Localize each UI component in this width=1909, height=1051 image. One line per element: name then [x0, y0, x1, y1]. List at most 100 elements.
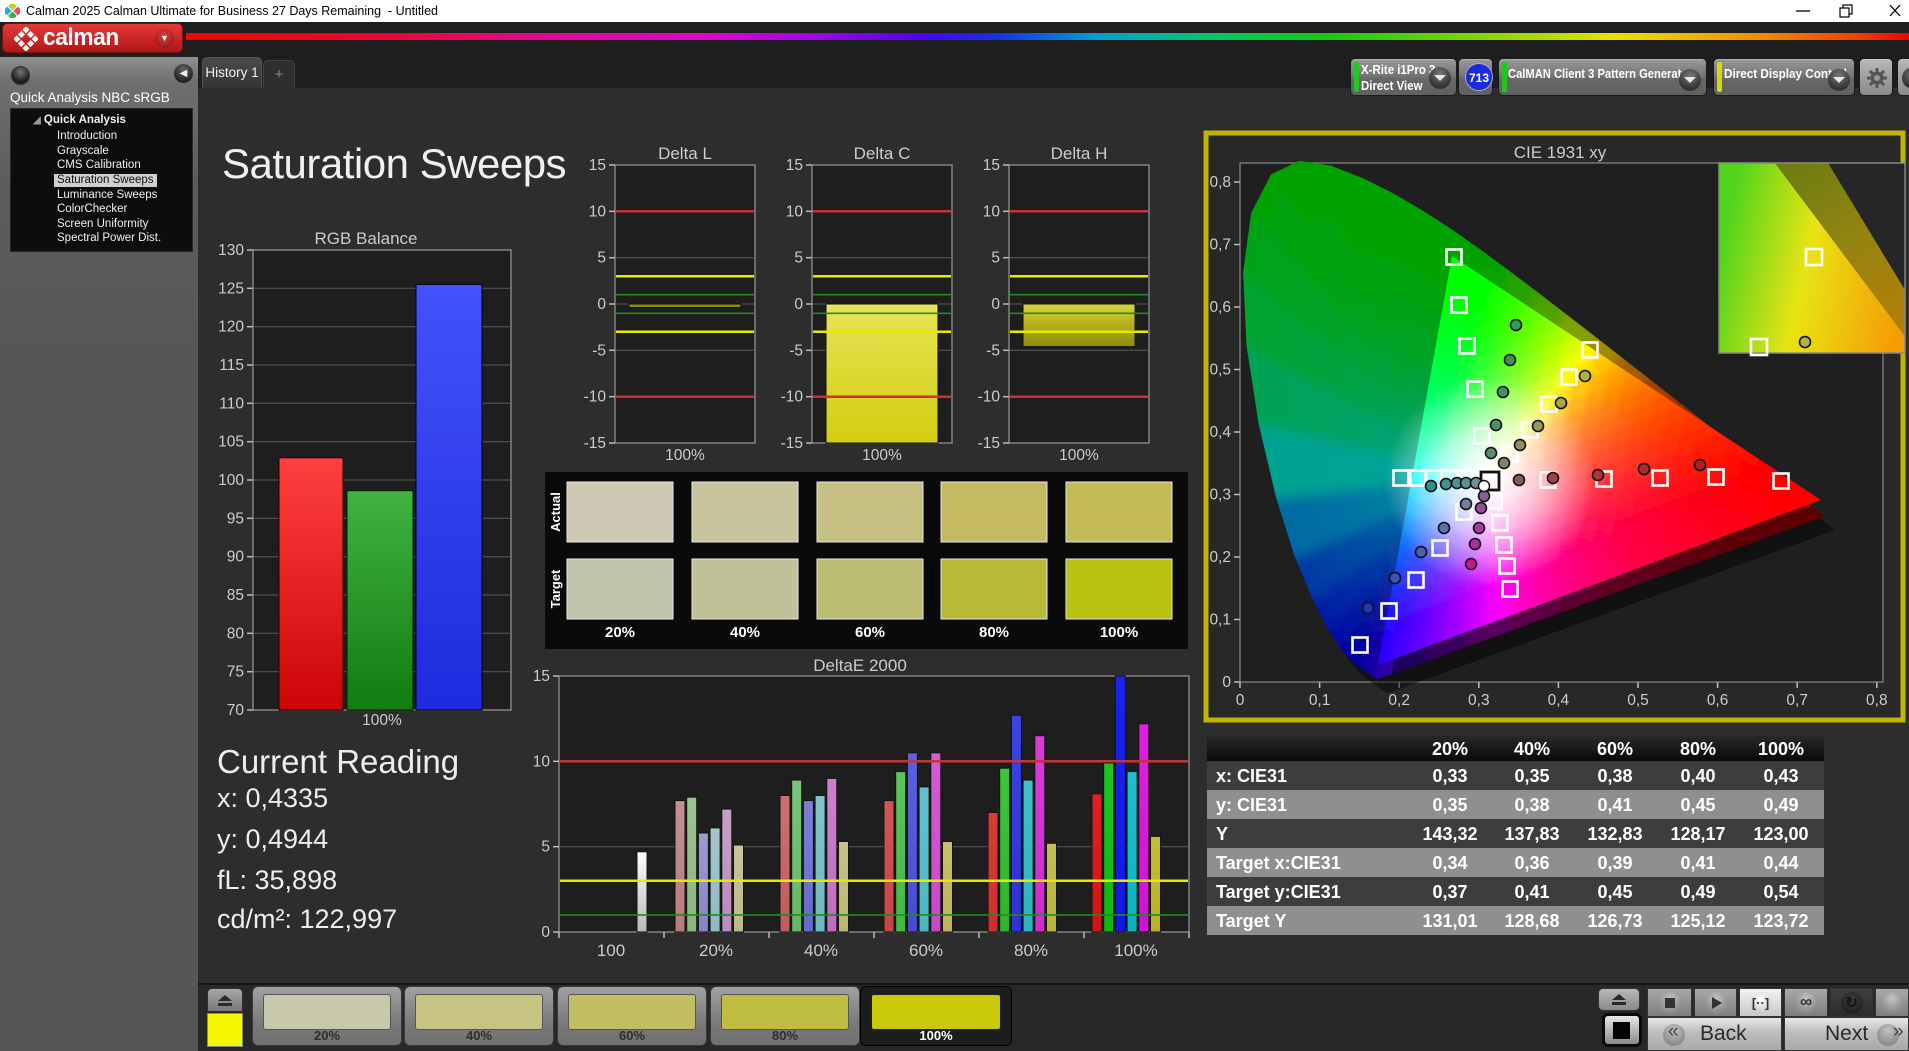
svg-text:10: 10 [589, 203, 607, 220]
svg-text:100: 100 [597, 941, 625, 960]
svg-text:DeltaE 2000: DeltaE 2000 [813, 656, 907, 675]
svg-text:90: 90 [227, 549, 245, 566]
svg-text:60%: 60% [855, 624, 885, 641]
svg-text:0,39: 0,39 [1597, 853, 1632, 873]
svg-text:100%: 100% [1059, 447, 1099, 464]
svg-text:123,72: 123,72 [1753, 911, 1808, 931]
svg-text:0,49: 0,49 [1763, 795, 1798, 815]
svg-text:-10: -10 [978, 389, 1001, 406]
svg-text:y: CIE31: y: CIE31 [1216, 795, 1287, 815]
svg-text:137,83: 137,83 [1504, 824, 1559, 844]
svg-text:0,8: 0,8 [1209, 174, 1231, 191]
svg-text:110: 110 [219, 395, 244, 412]
svg-text:0,7: 0,7 [1786, 692, 1808, 709]
svg-text:120: 120 [218, 319, 244, 336]
svg-text:0: 0 [991, 296, 1000, 313]
svg-text:RGB Balance: RGB Balance [315, 229, 418, 248]
svg-text:0,7: 0,7 [1209, 237, 1231, 254]
svg-text:0,40: 0,40 [1680, 766, 1715, 786]
svg-text:0: 0 [1222, 674, 1231, 691]
svg-text:60%: 60% [1597, 739, 1633, 759]
svg-text:0: 0 [597, 296, 606, 313]
svg-text:-15: -15 [584, 435, 606, 452]
svg-text:100%: 100% [665, 447, 705, 464]
svg-text:100: 100 [218, 472, 244, 489]
svg-text:0,5: 0,5 [1209, 362, 1231, 379]
svg-text:15: 15 [786, 157, 803, 174]
svg-text:-5: -5 [986, 342, 1000, 359]
svg-text:0,6: 0,6 [1209, 299, 1231, 316]
svg-text:-5: -5 [789, 342, 803, 359]
svg-text:5: 5 [597, 250, 606, 267]
svg-text:131,01: 131,01 [1422, 911, 1477, 931]
svg-text:0,41: 0,41 [1514, 882, 1549, 902]
svg-text:Target Y: Target Y [1216, 911, 1286, 931]
svg-text:Target x:CIE31: Target x:CIE31 [1216, 853, 1341, 873]
svg-text:80: 80 [227, 625, 245, 642]
svg-text:-15: -15 [978, 435, 1000, 452]
svg-text:0,45: 0,45 [1597, 882, 1632, 902]
svg-text:0,41: 0,41 [1597, 795, 1632, 815]
svg-text:40%: 40% [804, 941, 838, 960]
svg-text:125,12: 125,12 [1670, 911, 1725, 931]
svg-text:132,83: 132,83 [1587, 824, 1642, 844]
svg-text:70: 70 [227, 702, 245, 719]
svg-text:143,32: 143,32 [1422, 824, 1477, 844]
svg-text:80%: 80% [979, 624, 1009, 641]
svg-text:20%: 20% [699, 941, 733, 960]
svg-text:10: 10 [533, 753, 551, 770]
svg-text:130: 130 [218, 242, 244, 259]
svg-text:Target y:CIE31: Target y:CIE31 [1216, 882, 1341, 902]
svg-text:128,17: 128,17 [1670, 824, 1725, 844]
svg-text:10: 10 [983, 203, 1001, 220]
svg-text:100%: 100% [1758, 739, 1804, 759]
svg-text:0,44: 0,44 [1763, 853, 1798, 873]
svg-text:0,35: 0,35 [1432, 795, 1467, 815]
svg-text:115: 115 [219, 357, 244, 374]
svg-text:Y: Y [1216, 824, 1228, 844]
svg-text:0,3: 0,3 [1209, 487, 1231, 504]
svg-text:0,54: 0,54 [1763, 882, 1798, 902]
svg-text:0,45: 0,45 [1680, 795, 1715, 815]
svg-text:15: 15 [983, 157, 1000, 174]
svg-text:0,2: 0,2 [1209, 549, 1231, 566]
svg-text:x: CIE31: x: CIE31 [1216, 766, 1287, 786]
svg-text:100%: 100% [362, 712, 402, 729]
svg-text:15: 15 [533, 668, 550, 685]
svg-text:0,38: 0,38 [1514, 795, 1549, 815]
svg-text:100%: 100% [1100, 624, 1138, 641]
svg-text:5: 5 [794, 250, 803, 267]
svg-text:80%: 80% [1014, 941, 1048, 960]
svg-text:60%: 60% [909, 941, 943, 960]
svg-text:0,4: 0,4 [1548, 692, 1570, 709]
svg-text:0,3: 0,3 [1468, 692, 1490, 709]
svg-text:0,1: 0,1 [1209, 612, 1231, 629]
svg-text:123,00: 123,00 [1753, 824, 1808, 844]
svg-text:40%: 40% [730, 624, 760, 641]
svg-text:Delta H: Delta H [1051, 144, 1108, 163]
svg-text:Actual: Actual [548, 492, 563, 532]
svg-text:95: 95 [227, 510, 244, 527]
svg-text:0: 0 [794, 296, 803, 313]
svg-text:0,49: 0,49 [1680, 882, 1715, 902]
svg-text:0,35: 0,35 [1514, 766, 1549, 786]
svg-text:100%: 100% [862, 447, 902, 464]
svg-text:75: 75 [227, 664, 244, 681]
svg-text:10: 10 [786, 203, 804, 220]
svg-text:Delta L: Delta L [658, 144, 712, 163]
svg-text:0,1: 0,1 [1309, 692, 1331, 709]
svg-text:126,73: 126,73 [1587, 911, 1642, 931]
svg-text:0,33: 0,33 [1432, 766, 1467, 786]
svg-text:Target: Target [548, 569, 563, 608]
svg-text:0,36: 0,36 [1514, 853, 1549, 873]
svg-text:128,68: 128,68 [1504, 911, 1559, 931]
svg-text:15: 15 [589, 157, 606, 174]
svg-text:100%: 100% [1114, 941, 1157, 960]
svg-text:40%: 40% [1514, 739, 1550, 759]
svg-text:0,2: 0,2 [1388, 692, 1410, 709]
svg-text:105: 105 [218, 434, 244, 451]
svg-text:0,34: 0,34 [1432, 853, 1467, 873]
svg-text:0,6: 0,6 [1707, 692, 1729, 709]
svg-text:85: 85 [227, 587, 244, 604]
svg-text:5: 5 [991, 250, 1000, 267]
